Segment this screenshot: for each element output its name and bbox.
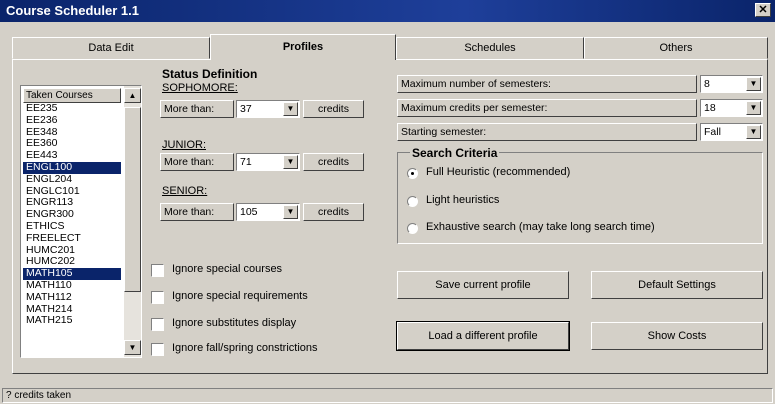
- ignore-special-requirements-checkbox[interactable]: [151, 291, 164, 304]
- ignore-special-courses-label: Ignore special courses: [172, 263, 283, 275]
- save-profile-button[interactable]: Save current profile: [397, 271, 569, 299]
- list-item[interactable]: ENGR300: [23, 209, 121, 221]
- close-icon: ✕: [758, 4, 768, 16]
- list-item[interactable]: HUMC202: [23, 256, 121, 268]
- tab-others[interactable]: Others: [584, 37, 768, 59]
- list-item[interactable]: ENGL204: [23, 174, 121, 186]
- max-credits-label: Maximum credits per semester:: [397, 99, 697, 117]
- junior-credits-select[interactable]: 71 ▼: [236, 153, 300, 171]
- list-item[interactable]: MATH105: [23, 268, 121, 280]
- list-scrollbar[interactable]: ▲ ▼: [124, 86, 141, 357]
- list-item[interactable]: ETHICS: [23, 221, 121, 233]
- search-criteria-title: Search Criteria: [410, 146, 500, 160]
- exhaustive-search-label: Exhaustive search (may take long search …: [426, 221, 655, 233]
- exhaustive-search-radio[interactable]: [407, 223, 418, 234]
- full-heuristic-radio[interactable]: [407, 168, 418, 179]
- ignore-fall-spring-checkbox[interactable]: [151, 343, 164, 356]
- list-item[interactable]: MATH215: [23, 315, 121, 327]
- scroll-up-button[interactable]: ▲: [124, 88, 141, 103]
- chevron-down-icon[interactable]: ▼: [283, 155, 298, 169]
- list-item[interactable]: MATH110: [23, 280, 121, 292]
- ignore-substitutes-label: Ignore substitutes display: [172, 317, 297, 329]
- default-settings-button[interactable]: Default Settings: [591, 271, 763, 299]
- full-heuristic-label: Full Heuristic (recommended): [426, 166, 571, 178]
- senior-label: SENIOR:: [162, 185, 208, 197]
- chevron-down-icon[interactable]: ▼: [283, 102, 298, 116]
- arrow-down-icon: ▼: [128, 343, 137, 352]
- status-definition-title: Status Definition: [162, 67, 258, 81]
- list-item[interactable]: EE360: [23, 138, 121, 150]
- junior-label: JUNIOR:: [162, 139, 206, 151]
- starting-semester-value: Fall: [704, 126, 721, 138]
- list-item[interactable]: ENGLC101: [23, 186, 121, 198]
- title-bar: Course Scheduler 1.1 ✕: [0, 0, 775, 22]
- senior-credits-select[interactable]: 105 ▼: [236, 203, 300, 221]
- ignore-fall-spring-label: Ignore fall/spring constrictions: [172, 342, 318, 354]
- status-text: ? credits taken: [2, 388, 773, 403]
- scroll-thumb[interactable]: [124, 107, 141, 292]
- list-item[interactable]: ENGR113: [23, 197, 121, 209]
- list-item[interactable]: MATH214: [23, 304, 121, 316]
- senior-credits-value: 105: [240, 206, 258, 218]
- ignore-special-courses-checkbox[interactable]: [151, 264, 164, 277]
- starting-semester-label: Starting semester:: [397, 123, 697, 141]
- sophomore-credits-select[interactable]: 37 ▼: [236, 100, 300, 118]
- course-items: EE235 EE236 EE348 EE360 EE443 ENGL100 ENGL204 E…: [23, 103, 121, 327]
- max-semesters-select[interactable]: 8 ▼: [700, 75, 763, 93]
- close-button[interactable]: ✕: [755, 3, 771, 17]
- list-item[interactable]: FREELECT: [23, 233, 121, 245]
- list-item[interactable]: EE236: [23, 115, 121, 127]
- junior-more-than: More than:: [160, 153, 234, 171]
- sophomore-more-than: More than:: [160, 100, 234, 118]
- tab-data-edit[interactable]: Data Edit: [12, 37, 210, 59]
- light-heuristics-radio[interactable]: [407, 196, 418, 207]
- chevron-down-icon[interactable]: ▼: [746, 125, 761, 139]
- light-heuristics-label: Light heuristics: [426, 194, 500, 206]
- scroll-down-button[interactable]: ▼: [124, 340, 141, 355]
- arrow-up-icon: ▲: [128, 91, 137, 100]
- max-credits-value: 18: [704, 102, 716, 114]
- chevron-down-icon[interactable]: ▼: [746, 77, 761, 91]
- sophomore-label: SOPHOMORE:: [162, 82, 238, 94]
- list-item[interactable]: EE443: [23, 150, 121, 162]
- sophomore-credits-label: credits: [303, 100, 364, 118]
- sophomore-credits-value: 37: [240, 103, 252, 115]
- taken-courses-list[interactable]: Taken Courses EE235 EE236 EE348 EE360 EE443 E…: [20, 85, 142, 358]
- load-profile-button[interactable]: Load a different profile: [396, 321, 570, 351]
- tab-schedules[interactable]: Schedules: [396, 37, 584, 59]
- max-semesters-value: 8: [704, 78, 710, 90]
- list-item[interactable]: ENGL100: [23, 161, 121, 174]
- ignore-special-requirements-label: Ignore special requirements: [172, 290, 308, 302]
- starting-semester-select[interactable]: Fall ▼: [700, 123, 763, 141]
- list-item[interactable]: EE235: [23, 103, 121, 115]
- senior-more-than: More than:: [160, 203, 234, 221]
- max-semesters-label: Maximum number of semesters:: [397, 75, 697, 93]
- show-costs-button[interactable]: Show Costs: [591, 322, 763, 350]
- ignore-substitutes-checkbox[interactable]: [151, 318, 164, 331]
- junior-credits-value: 71: [240, 156, 252, 168]
- tab-strip: Data Edit Profiles Schedules Others: [12, 34, 768, 60]
- max-credits-select[interactable]: 18 ▼: [700, 99, 763, 117]
- status-bar: ? credits taken: [0, 386, 775, 404]
- senior-credits-label: credits: [303, 203, 364, 221]
- window-title: Course Scheduler 1.1: [6, 3, 139, 18]
- list-item[interactable]: HUMC201: [23, 245, 121, 257]
- list-header: Taken Courses: [23, 88, 121, 103]
- tab-profiles[interactable]: Profiles: [210, 34, 396, 60]
- junior-credits-label: credits: [303, 153, 364, 171]
- list-item[interactable]: EE348: [23, 127, 121, 139]
- list-item[interactable]: MATH112: [23, 292, 121, 304]
- chevron-down-icon[interactable]: ▼: [746, 101, 761, 115]
- chevron-down-icon[interactable]: ▼: [283, 205, 298, 219]
